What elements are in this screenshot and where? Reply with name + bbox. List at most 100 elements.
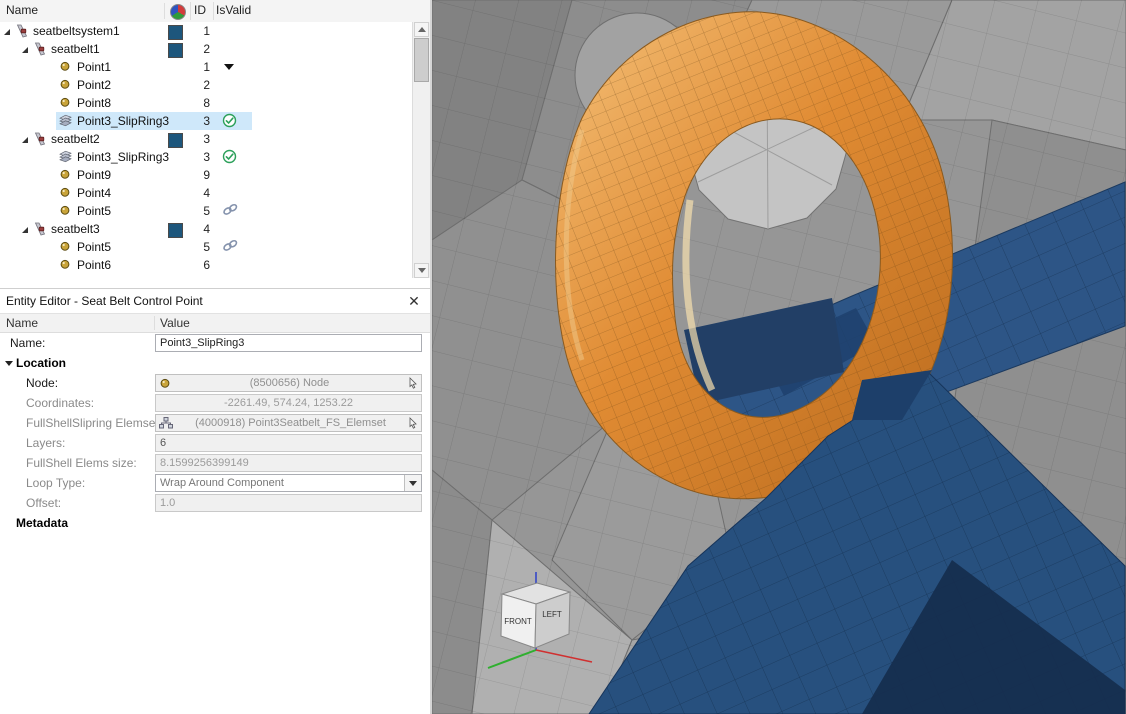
id-value: 3 [184, 150, 210, 164]
expander-icon[interactable] [22, 137, 28, 143]
field-value-node: (8500656) Node [173, 375, 406, 391]
point-icon [59, 168, 73, 182]
id-value: 5 [184, 240, 210, 254]
editor-row-node: Node: (8500656) Node [0, 373, 430, 393]
tree-row[interactable]: seatbelt12 [0, 40, 413, 58]
pick-cursor-icon[interactable] [408, 417, 418, 429]
scroll-up-button[interactable] [414, 22, 429, 37]
view-cube-front-label[interactable]: FRONT [504, 617, 532, 626]
id-value: 3 [184, 114, 210, 128]
field-label-layers: Layers: [26, 436, 65, 450]
tree-row[interactable]: Point6 6 [0, 256, 413, 274]
expander-icon[interactable] [22, 47, 28, 53]
editor-row-name: Name: [0, 333, 430, 353]
id-value: 2 [184, 78, 210, 92]
field-value-offset: 1.0 [155, 494, 422, 512]
tree-row[interactable]: Point99 [0, 166, 413, 184]
field-picker-node[interactable]: (8500656) Node [155, 374, 422, 392]
component-color-swatch[interactable] [168, 43, 183, 58]
isvalid-link-icon [222, 239, 242, 255]
column-header-name[interactable]: Name [6, 3, 165, 19]
tree-row[interactable]: seatbelt34 [0, 220, 413, 238]
tree-row[interactable]: Point11 [0, 58, 413, 76]
field-label-offset: Offset: [26, 496, 61, 510]
column-header-isvalid[interactable]: IsValid [216, 3, 251, 17]
component-color-swatch[interactable] [168, 133, 183, 148]
field-value-fullshell-slipring-elemset: (4000918) Point3Seatbelt_FS_Elemset [175, 415, 406, 431]
close-icon[interactable]: ✕ [406, 289, 422, 313]
field-picker-fullshell-slipring-elemset[interactable]: (4000918) Point3Seatbelt_FS_Elemset [155, 414, 422, 432]
tree-row[interactable]: seatbeltsystem1 1 [0, 22, 413, 40]
component-color-swatch[interactable] [168, 223, 183, 238]
browser-header: Name ID IsValid [0, 0, 430, 23]
id-value: 5 [184, 204, 210, 218]
slipring-icon [59, 114, 73, 128]
field-label-fullshell-slipring-elemset: FullShellSlipring Elemset: [26, 416, 162, 430]
color-column-icon[interactable] [170, 4, 186, 20]
field-value-layers: 6 [155, 434, 422, 452]
left-panel: Name ID IsValid seatbeltsystem11seatbelt… [0, 0, 432, 714]
field-label-coordinates: Coordinates: [26, 396, 94, 410]
column-header-id[interactable]: ID [194, 3, 206, 17]
editor-row-location: Location [0, 353, 430, 373]
isvalid-dropdown-icon[interactable] [222, 59, 242, 75]
point-icon [59, 60, 73, 74]
entity-editor-title: Entity Editor - Seat Belt Control Point [6, 294, 203, 308]
point-icon [59, 186, 73, 200]
field-label-node: Node: [26, 376, 58, 390]
scroll-up-arrow-icon [418, 27, 426, 32]
tree-item-label: Point3_SlipRing3 [77, 150, 169, 164]
seatbelt-icon [33, 42, 47, 56]
tree-item-label: Point6 [77, 258, 111, 272]
editor-row-layers: Layers: 6 [0, 433, 430, 453]
viewport-3d[interactable]: FRONT LEFT [432, 0, 1126, 714]
scroll-down-button[interactable] [414, 263, 429, 278]
tree-row[interactable]: Point3_SlipRing3 3 [0, 148, 413, 166]
field-dropdown-loop-type[interactable]: Wrap Around Component [155, 474, 422, 492]
editor-row-fullshell-elems-size: FullShell Elems size:8.1599256399149 [0, 453, 430, 473]
tree-item-label: Point8 [77, 96, 111, 110]
field-label-fullshell-elems-size: FullShell Elems size: [26, 456, 137, 470]
isvalid-check-icon [222, 149, 242, 165]
tree-row[interactable]: Point88 [0, 94, 413, 112]
tree-scrollbar[interactable] [412, 22, 430, 278]
tree-item-label: seatbeltsystem1 [33, 24, 120, 38]
model-browser: Name ID IsValid seatbeltsystem11seatbelt… [0, 0, 430, 278]
entity-tree: seatbeltsystem1 1 seatbelt12Point11 Point2 2… [0, 22, 413, 278]
tree-row[interactable]: Point55 [0, 202, 413, 220]
point-icon [159, 377, 171, 389]
field-input-name[interactable] [155, 334, 422, 352]
id-value: 6 [184, 258, 210, 272]
chevron-down-icon[interactable] [404, 475, 421, 491]
entity-editor-column-header: Name Value [0, 313, 430, 333]
component-color-swatch[interactable] [168, 25, 183, 40]
id-value: 1 [184, 24, 210, 38]
view-cube-left-label[interactable]: LEFT [542, 610, 562, 619]
id-value: 2 [184, 42, 210, 56]
point-icon [59, 258, 73, 272]
pick-cursor-icon[interactable] [408, 377, 418, 389]
section-label-metadata: Metadata [16, 516, 68, 530]
section-collapse-icon[interactable] [5, 361, 13, 366]
section-label-location: Location [16, 356, 66, 370]
tree-item-label: Point4 [77, 186, 111, 200]
point-icon [59, 96, 73, 110]
expander-icon[interactable] [22, 227, 28, 233]
column-separator [190, 2, 191, 20]
tree-row[interactable]: Point3_SlipRing33 [0, 112, 413, 130]
id-value: 1 [184, 60, 210, 74]
view-cube[interactable]: FRONT LEFT [501, 583, 570, 648]
editor-row-metadata: Metadata [0, 513, 430, 533]
tree-row[interactable]: Point44 [0, 184, 413, 202]
tree-row[interactable]: Point2 2 [0, 76, 413, 94]
tree-item-label: Point2 [77, 78, 111, 92]
tree-row[interactable]: Point55 [0, 238, 413, 256]
scrollbar-thumb[interactable] [414, 38, 429, 82]
tree-item-label: seatbelt3 [51, 222, 100, 236]
id-value: 9 [184, 168, 210, 182]
expander-icon[interactable] [4, 29, 10, 35]
point-icon [59, 78, 73, 92]
tree-row[interactable]: seatbelt23 [0, 130, 413, 148]
point-icon [59, 240, 73, 254]
editor-row-loop-type: Loop Type:Wrap Around Component [0, 473, 430, 493]
